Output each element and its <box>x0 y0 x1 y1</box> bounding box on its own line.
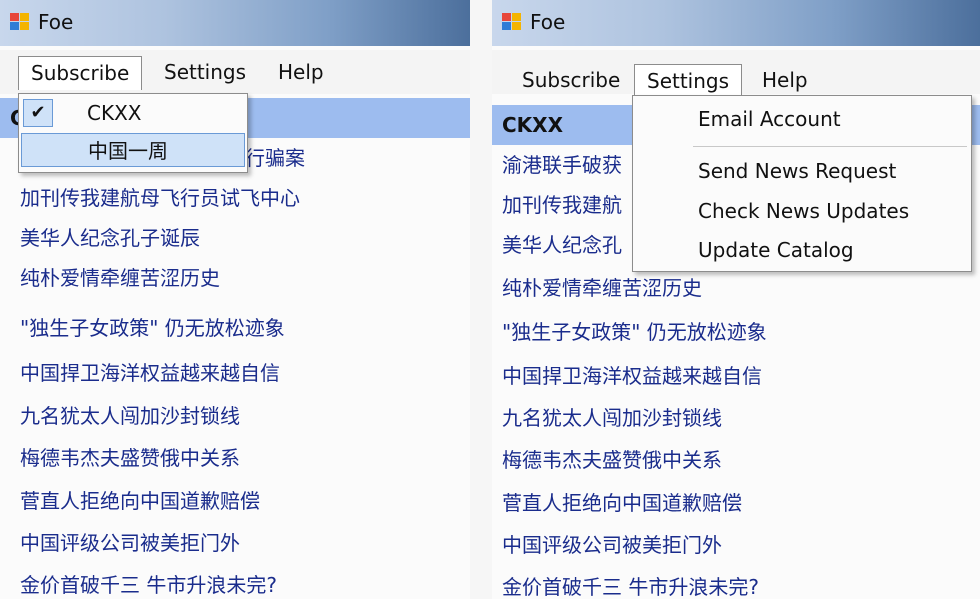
window-title: Foe <box>530 10 566 34</box>
list-item[interactable]: 中国评级公司被美拒门外 <box>492 525 980 565</box>
list-item[interactable]: 纯朴爱情牵缠苦涩历史 <box>0 258 470 298</box>
menu-help[interactable]: Help <box>750 64 820 98</box>
list-item[interactable]: 梅德韦杰夫盛赞俄中关系 <box>492 440 980 480</box>
list-item[interactable]: 中国捍卫海洋权益越来越自信 <box>492 356 980 396</box>
list-item[interactable]: 纯朴爱情牵缠苦涩历史 <box>492 268 980 308</box>
menu-bar: Subscribe Settings Help <box>0 50 470 94</box>
list-item[interactable]: "独生子女政策" 仍无放松迹象 <box>492 312 980 352</box>
list-item[interactable]: 梅德韦杰夫盛赞俄中关系 <box>0 438 470 478</box>
menu-item-ckxx[interactable]: ✔ CKXX <box>19 96 247 130</box>
settings-dropdown: Email Account Send News Request Check Ne… <box>632 95 972 272</box>
menu-item-send-news-request[interactable]: Send News Request <box>633 154 971 188</box>
window-title: Foe <box>38 10 74 34</box>
menu-item-check-news-updates[interactable]: Check News Updates <box>633 194 971 228</box>
right-window: Foe Subscribe Settings Help CKXX 渝港联手破获 … <box>492 0 980 599</box>
menu-item-label: CKXX <box>87 101 142 125</box>
list-item[interactable]: 九名犹太人闯加沙封锁线 <box>492 398 980 438</box>
list-item[interactable]: 中国评级公司被美拒门外 <box>0 523 470 563</box>
menu-bar: Subscribe Settings Help <box>492 50 980 102</box>
title-bar[interactable]: Foe <box>0 0 470 46</box>
menu-settings[interactable]: Settings <box>152 56 258 90</box>
left-window: Foe Subscribe Settings Help C 行骗案 加刊传我建航… <box>0 0 470 599</box>
menu-item-label: Check News Updates <box>698 199 910 223</box>
list-item[interactable]: 加刊传我建航母飞行员试飞中心 <box>0 178 470 218</box>
list-item[interactable]: 美华人纪念孔子诞辰 <box>0 218 470 258</box>
menu-subscribe[interactable]: Subscribe <box>510 64 632 98</box>
menu-item-label: Email Account <box>698 107 841 131</box>
list-item[interactable]: 中国捍卫海洋权益越来越自信 <box>0 353 470 393</box>
menu-subscribe[interactable]: Subscribe <box>18 56 143 90</box>
list-item[interactable]: 金价首破千三 牛市升浪未完? <box>492 567 980 599</box>
list-item[interactable]: 九名犹太人闯加沙封锁线 <box>0 396 470 436</box>
menu-help[interactable]: Help <box>266 56 336 90</box>
check-icon: ✔ <box>23 99 53 127</box>
list-item[interactable]: 菅直人拒绝向中国道歉赔偿 <box>492 483 980 523</box>
menu-item-label: Update Catalog <box>698 238 854 262</box>
menu-item-label: 中国一周 <box>88 139 168 163</box>
list-item[interactable]: "独生子女政策" 仍无放松迹象 <box>0 308 470 348</box>
menu-item-email-account[interactable]: Email Account <box>633 102 971 136</box>
title-bar[interactable]: Foe <box>492 0 980 46</box>
app-icon <box>502 13 522 31</box>
menu-item-update-catalog[interactable]: Update Catalog <box>633 233 971 267</box>
menu-item-china-weekly[interactable]: 中国一周 <box>21 133 245 167</box>
menu-separator <box>693 146 967 147</box>
subscribe-dropdown: ✔ CKXX 中国一周 <box>18 93 248 173</box>
app-icon <box>10 13 30 31</box>
list-item[interactable]: 金价首破千三 牛市升浪未完? <box>0 565 470 599</box>
menu-item-label: Send News Request <box>698 159 897 183</box>
list-item[interactable]: 菅直人拒绝向中国道歉赔偿 <box>0 481 470 521</box>
